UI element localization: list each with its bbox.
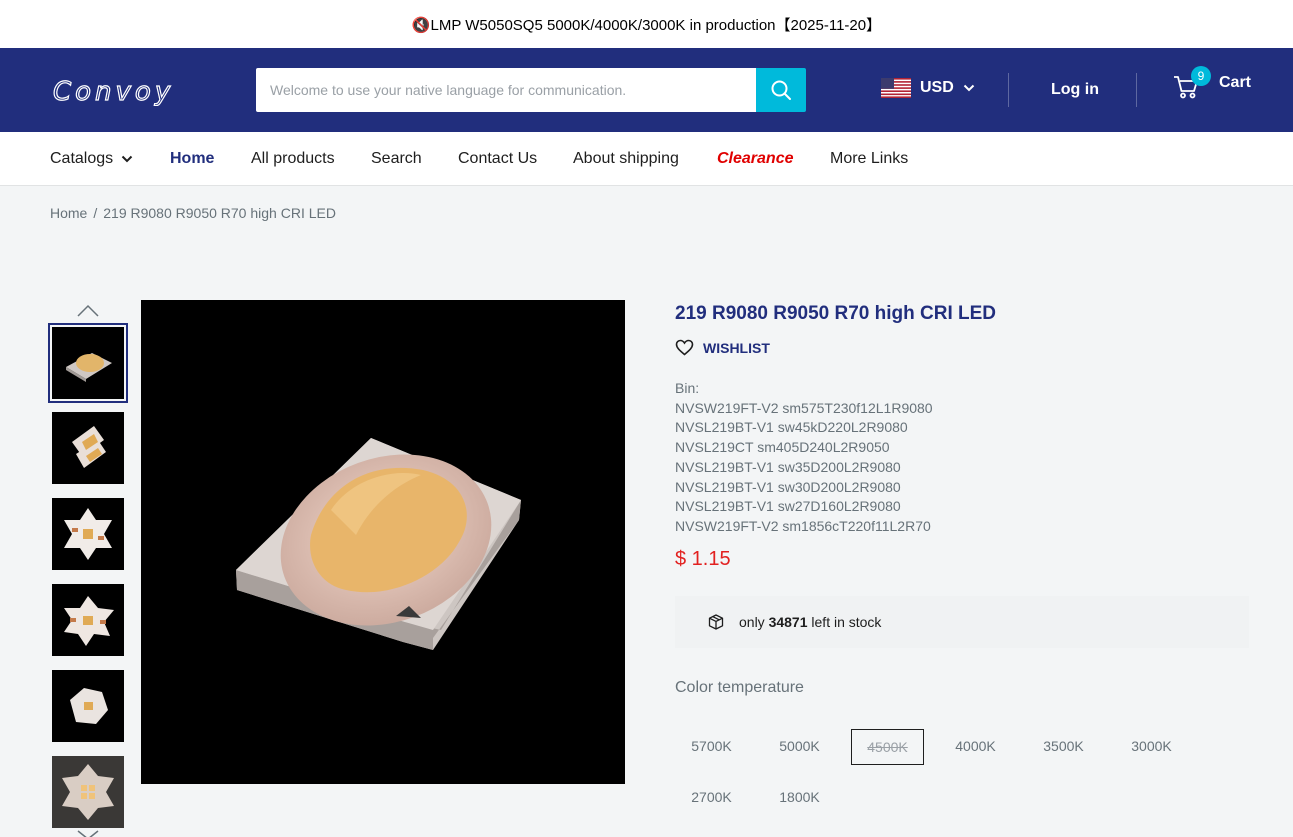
thumbnail[interactable] xyxy=(52,412,124,484)
wishlist-label: WISHLIST xyxy=(703,339,770,356)
led-chip-angle-view-image xyxy=(66,353,112,382)
cart-label: Cart xyxy=(1219,74,1252,91)
thumbnail[interactable] xyxy=(48,323,128,403)
color-option-2700k[interactable]: 2700K xyxy=(675,779,748,815)
bin-label: Bin: xyxy=(675,380,700,396)
header-divider xyxy=(1008,73,1009,107)
bin-item: NVSL219CT sm405D240L2R9050 xyxy=(675,439,890,456)
convoy-logo[interactable]: Convoy xyxy=(53,76,215,106)
color-temperature-label: Color temperature xyxy=(675,679,804,696)
color-option-5000k[interactable]: 5000K xyxy=(763,728,836,764)
main-nav: Catalogs Home All products Search Contac… xyxy=(0,132,1293,186)
star-board-quad-image xyxy=(62,764,114,820)
chevron-down-icon xyxy=(963,84,974,92)
nav-item-home[interactable]: Home xyxy=(170,150,214,168)
stock-info: only 34871 left in stock xyxy=(675,596,1249,648)
header-divider xyxy=(1136,73,1137,107)
thumbnail[interactable] xyxy=(52,584,124,656)
nav-item-label: Catalogs xyxy=(50,150,114,167)
bin-item: NVSL219BT-V1 sw30D200L2R9080 xyxy=(675,478,901,495)
breadcrumb-separator: / xyxy=(93,205,98,221)
currency-selector[interactable]: USD xyxy=(881,78,975,98)
breadcrumb-home[interactable]: Home xyxy=(50,205,87,221)
nav-item-contact-us[interactable]: Contact Us xyxy=(458,150,537,168)
led-chip-closeup-image xyxy=(236,438,521,650)
color-option-3000k[interactable]: 3000K xyxy=(1115,728,1188,764)
bin-item: NVSW219FT-V2 sm575T230f12L1R9080 xyxy=(675,399,933,416)
search-icon xyxy=(771,80,791,100)
logo-text: Convoy xyxy=(53,77,174,106)
stock-suffix: left in stock xyxy=(811,614,882,630)
bin-item: NVSW219FT-V2 sm1856cT220f11L2R70 xyxy=(675,517,931,534)
search-input[interactable] xyxy=(256,68,756,112)
heart-icon xyxy=(675,339,694,356)
gallery-prev-icon[interactable] xyxy=(77,303,99,319)
round-board-white-image xyxy=(70,688,108,724)
search-button[interactable] xyxy=(756,68,806,112)
announcement-bar: 🔇LMP W5050SQ5 5000K/4000K/3000K in produ… xyxy=(0,0,1293,48)
nav-item-about-shipping[interactable]: About shipping xyxy=(573,150,679,168)
wishlist-button[interactable]: WISHLIST xyxy=(675,339,770,356)
star-board-white-angled-image xyxy=(64,596,114,646)
nav-item-search[interactable]: Search xyxy=(371,150,422,168)
cart-count-badge: 9 xyxy=(1191,66,1211,86)
color-option-4000k[interactable]: 4000K xyxy=(939,728,1012,764)
cart-link[interactable]: 9 Cart xyxy=(1172,66,1252,100)
nav-item-all-products[interactable]: All products xyxy=(251,150,335,168)
product-title: 219 R9080 R9050 R70 high CRI LED xyxy=(675,303,997,324)
announcement-text: 🔇LMP W5050SQ5 5000K/4000K/3000K in produ… xyxy=(411,16,882,34)
color-option-3500k[interactable]: 3500K xyxy=(1027,728,1100,764)
stock-text: only 34871 left in stock xyxy=(739,614,881,630)
led-chip-side-view-image xyxy=(72,426,106,468)
us-flag-icon xyxy=(881,78,911,98)
bin-item: NVSL219BT-V1 sw45kD220L2R9080 xyxy=(675,419,908,436)
bin-list: Bin: NVSW219FT-V2 sm575T230f12L1R9080 NV… xyxy=(675,379,933,537)
breadcrumb: Home / 219 R9080 R9050 R70 high CRI LED xyxy=(50,205,342,221)
gallery-next-icon[interactable] xyxy=(77,828,99,837)
thumbnail[interactable] xyxy=(52,756,124,828)
nav-item-clearance[interactable]: Clearance xyxy=(717,150,794,168)
bin-item: NVSL219BT-V1 sw27D160L2R9080 xyxy=(675,498,901,515)
nav-item-catalogs[interactable]: Catalogs xyxy=(50,150,133,168)
site-header: Convoy USD Log in xyxy=(0,48,1293,132)
stock-count: 34871 xyxy=(768,614,808,630)
color-option-5700k[interactable]: 5700K xyxy=(675,728,748,764)
star-board-white-image xyxy=(64,508,112,560)
chevron-down-icon xyxy=(121,155,133,163)
search-bar xyxy=(256,68,806,112)
thumbnail[interactable] xyxy=(52,670,124,742)
stock-prefix: only xyxy=(739,614,765,630)
bin-item: NVSL219BT-V1 sw35D200L2R9080 xyxy=(675,458,901,475)
product-price: $ 1.15 xyxy=(675,548,731,570)
main-product-image[interactable] xyxy=(141,300,625,784)
box-icon xyxy=(708,614,724,630)
login-link[interactable]: Log in xyxy=(1051,81,1099,99)
currency-label: USD xyxy=(920,79,954,96)
nav-item-more-links[interactable]: More Links xyxy=(830,150,908,168)
breadcrumb-current: 219 R9080 R9050 R70 high CRI LED xyxy=(103,205,336,221)
thumbnail[interactable] xyxy=(52,498,124,570)
color-option-4500k[interactable]: 4500K xyxy=(851,729,924,765)
color-option-1800k[interactable]: 1800K xyxy=(763,779,836,815)
